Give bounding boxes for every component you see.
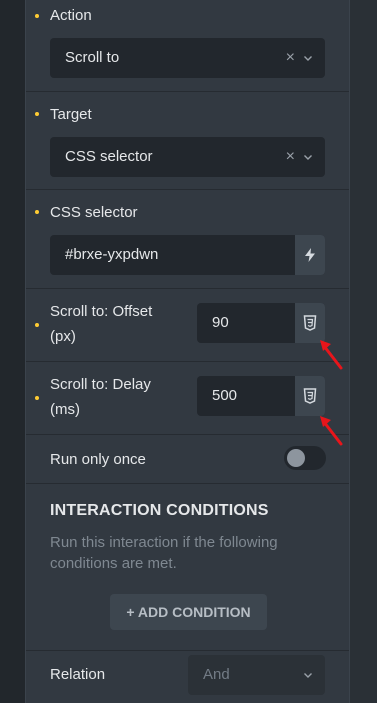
chevron-down-icon [304,56,312,61]
annotation-arrow-icon [320,340,343,370]
scroll-delay-control: Scroll to: Delay (ms) 500 [26,362,349,435]
modified-indicator-dot [35,14,39,18]
css3-icon [303,315,317,331]
relation-select[interactable]: And [188,655,325,695]
run-only-once-label: Run only once [50,451,146,468]
annotation-arrow-icon [320,416,343,446]
scroll-delay-label-line2: (ms) [50,401,80,418]
css3-icon [303,388,317,404]
target-control: Target CSS selector × [26,92,349,190]
scroll-offset-input[interactable]: 90 [197,303,325,343]
css-selector-label: CSS selector [50,204,138,221]
action-select[interactable]: Scroll to × [50,38,325,78]
scroll-delay-label-line1: Scroll to: Delay [50,376,151,393]
chevron-down-icon [304,155,312,160]
scroll-delay-value: 500 [212,387,238,404]
relation-control: Relation And [26,651,349,703]
css-units-button[interactable] [295,376,325,416]
modified-indicator-dot [35,323,39,327]
css-selector-input[interactable]: #brxe-yxpdwn [50,235,325,275]
css-selector-control: CSS selector #brxe-yxpdwn [26,190,349,289]
interaction-settings-panel: Action Scroll to × Target CSS selector ×… [25,0,350,703]
target-select-value: CSS selector [65,148,153,165]
run-only-once-control: Run only once [26,435,349,484]
action-control: Action Scroll to × [26,0,349,92]
dynamic-data-button[interactable] [295,235,325,275]
chevron-down-icon [304,673,312,678]
scroll-offset-value: 90 [212,314,229,331]
scroll-offset-control: Scroll to: Offset (px) 90 [26,289,349,362]
conditions-heading: INTERACTION CONDITIONS [50,502,269,519]
clear-icon[interactable]: × [286,137,295,177]
action-label: Action [50,7,92,24]
right-strip [350,0,377,703]
relation-label: Relation [50,666,106,683]
app-window: Action Scroll to × Target CSS selector ×… [0,0,377,703]
clear-icon[interactable]: × [286,38,295,78]
target-select[interactable]: CSS selector × [50,137,325,177]
action-select-value: Scroll to [65,49,120,66]
modified-indicator-dot [35,112,39,116]
modified-indicator-dot [35,396,39,400]
relation-select-value: And [203,666,230,683]
lightning-icon [305,248,315,262]
run-only-once-toggle[interactable] [284,446,326,470]
scroll-offset-label-line1: Scroll to: Offset [50,303,153,320]
scroll-offset-label-line2: (px) [50,328,76,345]
scroll-delay-label: Scroll to: Delay (ms) [50,372,151,422]
modified-indicator-dot [35,210,39,214]
css-selector-value: #brxe-yxpdwn [65,246,159,263]
target-label: Target [50,106,92,123]
add-condition-button[interactable]: + ADD CONDITION [110,594,267,630]
scroll-delay-input[interactable]: 500 [197,376,325,416]
conditions-description: Run this interaction if the following co… [50,534,278,572]
toggle-knob [287,449,305,467]
scroll-offset-label: Scroll to: Offset (px) [50,299,152,349]
